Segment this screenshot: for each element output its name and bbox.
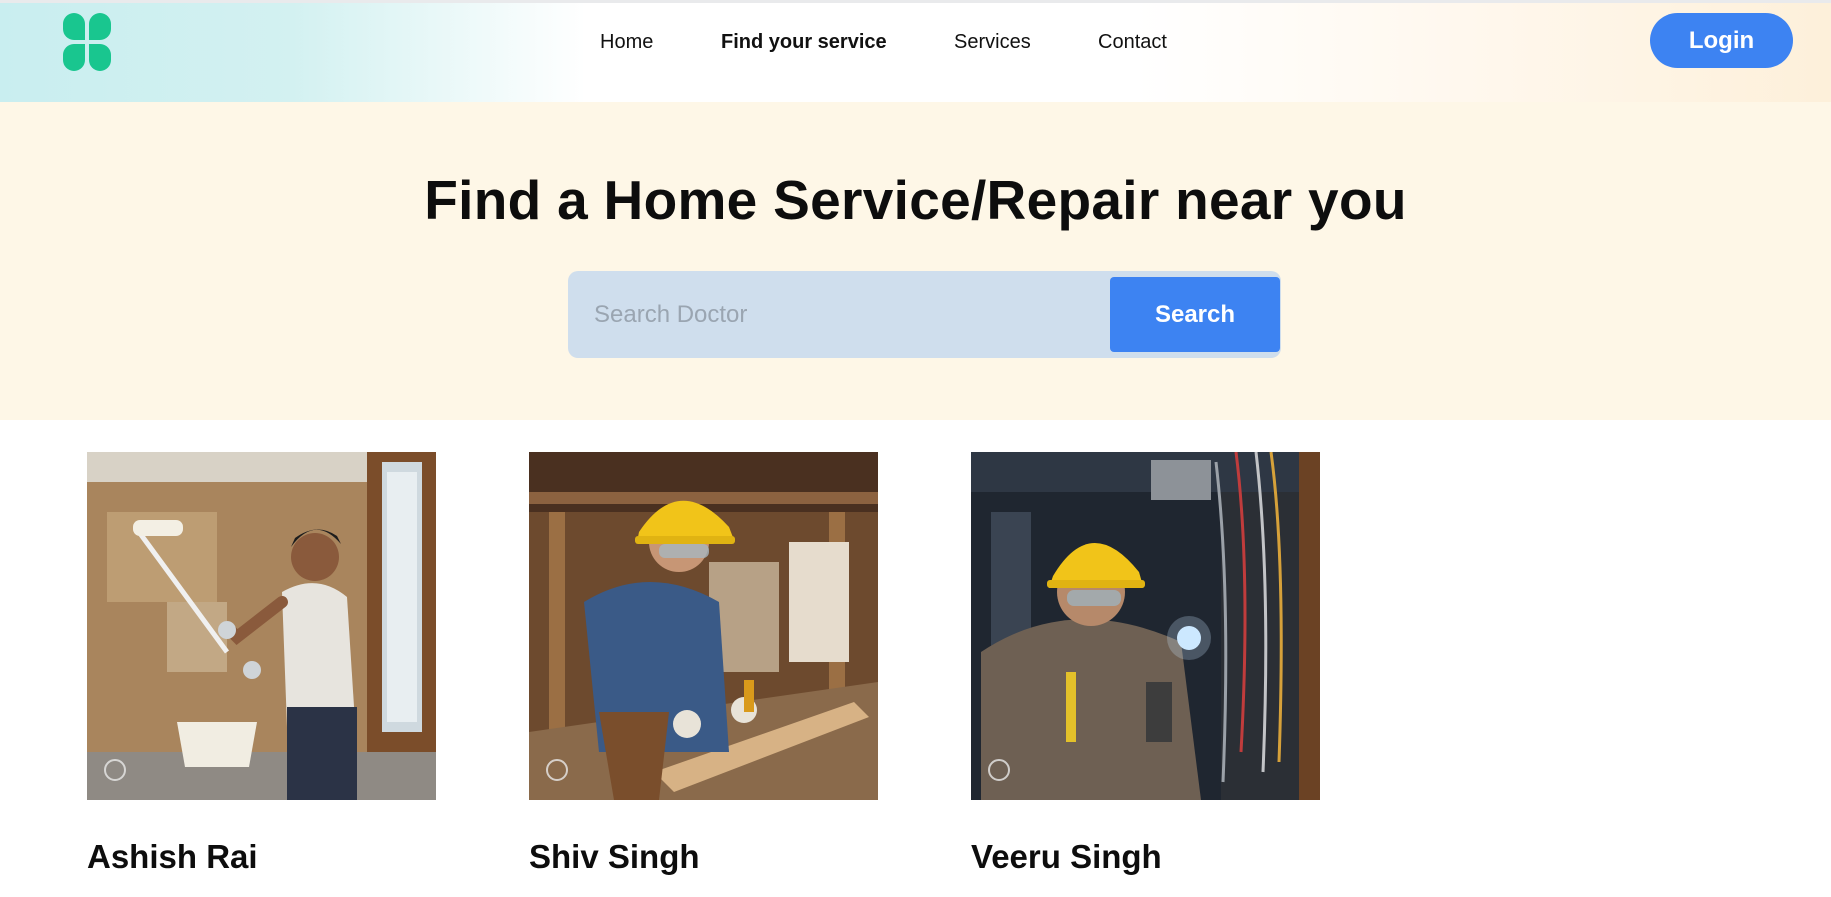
electrician-photo[interactable] <box>971 452 1320 800</box>
painter-photo[interactable] <box>87 452 436 800</box>
carpenter-photo[interactable] <box>529 452 878 800</box>
provider-name[interactable]: Ashish Rai <box>87 838 258 876</box>
provider-list: Ashish Rai Shiv Singh Veeru Singh <box>0 452 1831 897</box>
provider-name[interactable]: Shiv Singh <box>529 838 700 876</box>
search-bar: Search <box>568 271 1281 358</box>
hero-section: Find a Home Service/Repair near you Sear… <box>0 102 1831 420</box>
search-button[interactable]: Search <box>1110 277 1280 352</box>
search-input[interactable] <box>568 271 1108 358</box>
login-button[interactable]: Login <box>1650 13 1793 68</box>
nav-home[interactable]: Home <box>600 31 653 54</box>
page-title: Find a Home Service/Repair near you <box>424 169 1407 231</box>
main-nav: Home Find your service Services Contact <box>0 3 1831 83</box>
nav-find-your-service[interactable]: Find your service <box>721 31 887 54</box>
site-header: Home Find your service Services Contact … <box>0 3 1831 102</box>
nav-services[interactable]: Services <box>954 31 1031 54</box>
provider-name[interactable]: Veeru Singh <box>971 838 1162 876</box>
nav-contact[interactable]: Contact <box>1098 31 1167 54</box>
